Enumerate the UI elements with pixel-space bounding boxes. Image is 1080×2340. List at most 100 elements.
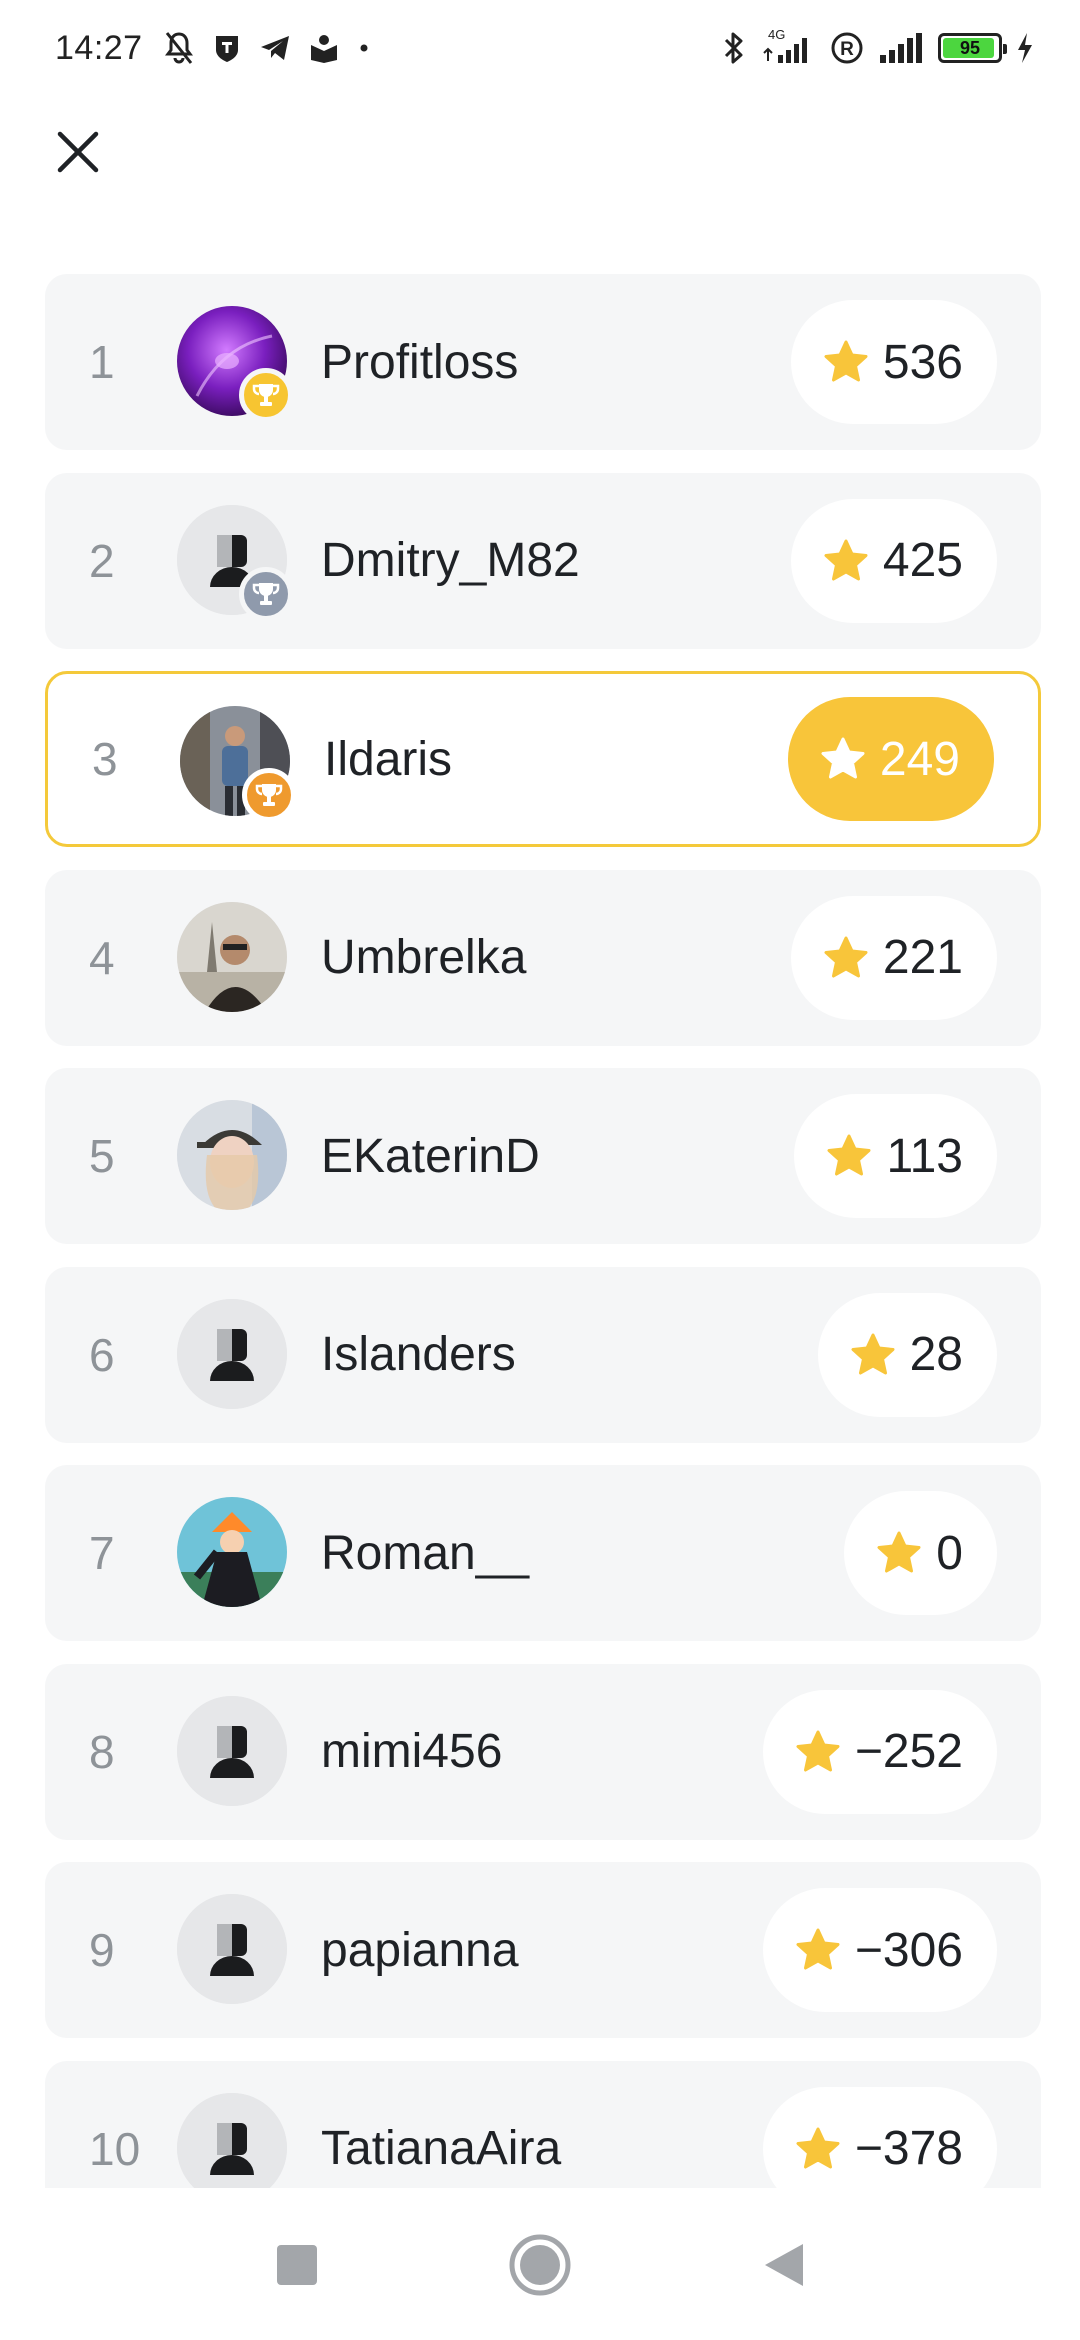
leaderboard-row[interactable]: 7 Roman__ 0 xyxy=(45,1465,1041,1641)
avatar[interactable] xyxy=(177,1497,287,1607)
player-name: EKaterinD xyxy=(321,1129,540,1183)
star-icon xyxy=(823,340,869,384)
avatar[interactable] xyxy=(177,901,287,1012)
more-dot-icon xyxy=(357,41,371,55)
score-value: 536 xyxy=(882,335,963,389)
circle-icon xyxy=(509,2234,571,2296)
leaderboard-row[interactable]: 10 TatianaAira −378 xyxy=(45,2060,1041,2188)
player-name: Roman__ xyxy=(321,1526,530,1580)
player-name: papianna xyxy=(321,1923,519,1977)
telegram-icon xyxy=(259,34,291,62)
avatar-photo xyxy=(177,1100,287,1210)
rank-number: 1 xyxy=(89,336,115,388)
star-icon xyxy=(820,737,866,781)
recents-button[interactable] xyxy=(262,2230,332,2300)
score-badge: 221 xyxy=(790,895,997,1020)
score-badge: −252 xyxy=(762,1689,997,1814)
player-name: Dmitry_M82 xyxy=(321,534,580,587)
rank-number: 4 xyxy=(89,931,115,984)
signal-4g-icon: 4G xyxy=(760,27,816,65)
score-value: 221 xyxy=(882,931,963,984)
avatar-photo xyxy=(177,901,287,1012)
square-icon xyxy=(277,2245,317,2285)
score-value: 28 xyxy=(909,1328,963,1381)
home-button[interactable] xyxy=(505,2230,575,2300)
leaderboard-row[interactable]: 4 Umbrelka 221 xyxy=(45,869,1041,1046)
default-avatar-icon xyxy=(177,1894,287,2004)
default-avatar-icon xyxy=(177,1695,287,1806)
score-badge: 249 xyxy=(787,697,994,821)
status-left: 14:27 xyxy=(55,29,371,68)
leaderboard-row[interactable]: 9 papianna −306 xyxy=(45,1862,1041,2038)
player-name: Umbrelka xyxy=(321,931,527,984)
default-avatar-icon xyxy=(177,1298,287,1409)
avatar[interactable] xyxy=(177,504,293,621)
leaderboard-row[interactable]: 5 EKaterinD 113 xyxy=(45,1068,1041,1244)
status-time: 14:27 xyxy=(55,28,143,67)
score-badge: 28 xyxy=(817,1292,997,1417)
score-value: −378 xyxy=(854,2122,963,2175)
score-value: 0 xyxy=(936,1526,963,1580)
star-icon xyxy=(823,539,869,583)
signal-icon xyxy=(878,31,924,65)
star-icon xyxy=(823,936,869,980)
score-value: 249 xyxy=(879,732,960,786)
triangle-back-icon xyxy=(765,2244,803,2286)
score-value: −306 xyxy=(854,1923,963,1977)
back-button[interactable] xyxy=(748,2230,818,2300)
avatar[interactable] xyxy=(177,1298,287,1409)
battery-icon: 95 xyxy=(938,33,1007,63)
player-name: Profitloss xyxy=(321,335,519,389)
rank-number: 6 xyxy=(89,1328,115,1381)
score-badge: 425 xyxy=(790,498,997,623)
rank-number: 7 xyxy=(89,1527,115,1579)
star-icon xyxy=(826,1134,872,1178)
trophy-silver-icon xyxy=(239,566,293,621)
shield-app-icon xyxy=(213,33,241,63)
player-name: Islanders xyxy=(321,1328,516,1381)
star-icon xyxy=(850,1333,896,1377)
leaderboard-row-current-user[interactable]: 3 Ildaris 249 xyxy=(45,671,1041,847)
score-value: 113 xyxy=(886,1129,963,1183)
navigation-bar xyxy=(0,2190,1080,2340)
star-icon xyxy=(876,1531,922,1575)
score-badge: 113 xyxy=(794,1094,997,1218)
score-badge: −378 xyxy=(762,2086,997,2188)
svg-text:R: R xyxy=(840,39,854,60)
avatar[interactable] xyxy=(177,1695,287,1806)
score-value: 425 xyxy=(882,534,963,587)
player-name: TatianaAira xyxy=(321,2122,562,2175)
leaderboard-list[interactable]: 1 Profitloss 536 2 Dmitry_M82 425 3 Ildaris 249 4… xyxy=(45,274,1041,2188)
avatar-photo xyxy=(177,1497,287,1607)
star-icon xyxy=(795,2127,841,2171)
avatar[interactable] xyxy=(177,306,293,422)
muted-bell-icon xyxy=(163,31,195,65)
leaderboard-row[interactable]: 1 Profitloss 536 xyxy=(45,274,1041,450)
score-badge: −306 xyxy=(762,1888,997,2012)
bluetooth-icon xyxy=(722,31,746,65)
trophy-bronze-icon xyxy=(242,768,296,822)
score-badge: 0 xyxy=(844,1491,997,1615)
player-name: mimi456 xyxy=(321,1725,503,1778)
roaming-icon: R xyxy=(830,31,864,65)
avatar[interactable] xyxy=(177,1894,287,2004)
score-value: −252 xyxy=(854,1725,963,1778)
leaderboard-row[interactable]: 6 Islanders 28 xyxy=(45,1266,1041,1443)
leaderboard-row[interactable]: 2 Dmitry_M82 425 xyxy=(45,472,1041,649)
close-icon xyxy=(57,131,99,173)
charging-icon xyxy=(1016,32,1034,64)
battery-level: 95 xyxy=(959,37,981,58)
avatar[interactable] xyxy=(180,706,296,822)
rank-number: 8 xyxy=(89,1725,115,1778)
rank-number: 5 xyxy=(89,1130,115,1182)
status-right: 4G R 95 xyxy=(722,27,1034,65)
notification-icons xyxy=(163,31,371,65)
leaderboard-row[interactable]: 8 mimi456 −252 xyxy=(45,1663,1041,1840)
star-icon xyxy=(795,1928,841,1972)
avatar[interactable] xyxy=(177,2092,287,2188)
avatar[interactable] xyxy=(177,1100,287,1210)
score-badge: 536 xyxy=(790,300,997,424)
close-button[interactable] xyxy=(50,124,106,180)
star-icon xyxy=(795,1730,841,1774)
trophy-gold-icon xyxy=(239,368,293,422)
